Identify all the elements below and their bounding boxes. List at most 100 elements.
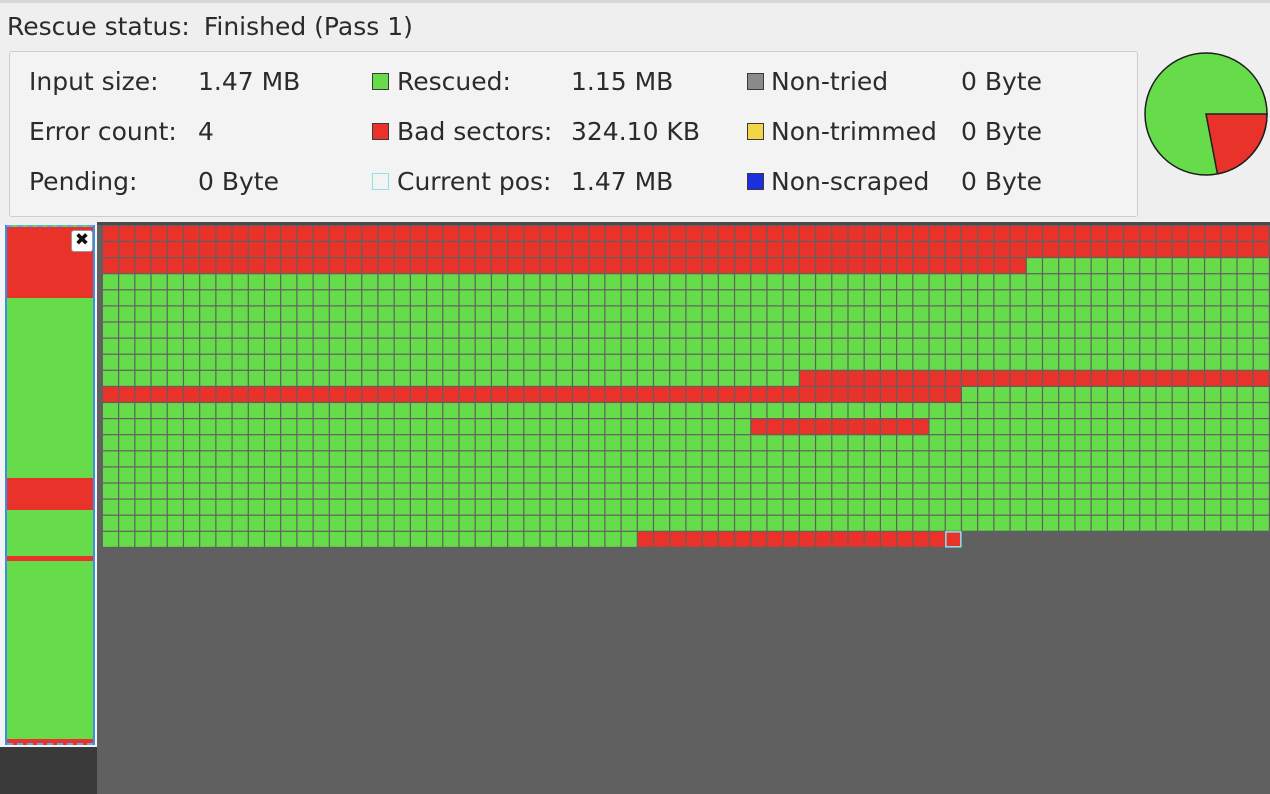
rescued-block bbox=[735, 370, 751, 386]
rescued-block bbox=[1221, 322, 1237, 338]
rescued-block bbox=[394, 451, 410, 467]
rescued-block bbox=[637, 306, 653, 322]
rescued-block bbox=[313, 306, 329, 322]
rescued-block bbox=[767, 322, 783, 338]
rescued-block bbox=[216, 531, 232, 547]
rescued-block bbox=[1043, 290, 1059, 306]
rescued-block bbox=[1172, 483, 1188, 499]
rescued-block bbox=[1107, 515, 1123, 531]
rescued-block bbox=[475, 403, 491, 418]
rescued-block bbox=[281, 451, 297, 467]
rescued-block bbox=[945, 483, 961, 499]
rescued-block bbox=[1172, 387, 1188, 402]
rescued-block bbox=[1156, 258, 1172, 274]
rescued-block bbox=[994, 338, 1010, 354]
bad-sector-block bbox=[929, 258, 945, 274]
rescued-block bbox=[978, 354, 994, 370]
rescued-block bbox=[881, 499, 897, 515]
rescued-block bbox=[1221, 274, 1237, 290]
bad-sector-block bbox=[313, 242, 329, 257]
rescued-block bbox=[1253, 403, 1269, 418]
rescued-block bbox=[427, 403, 443, 418]
rescued-block bbox=[313, 435, 329, 451]
rescued-block bbox=[151, 370, 167, 386]
rescued-block bbox=[589, 483, 605, 499]
rescued-block bbox=[1253, 354, 1269, 370]
rescued-block bbox=[605, 499, 621, 515]
bad-sector-block bbox=[103, 226, 119, 241]
rescued-block bbox=[524, 531, 540, 547]
rescued-block bbox=[492, 515, 508, 531]
rescued-block bbox=[1059, 354, 1075, 370]
rescued-block bbox=[605, 515, 621, 531]
overview-strip[interactable]: ✖ bbox=[5, 225, 95, 745]
rescued-block bbox=[1221, 515, 1237, 531]
rescued-block bbox=[832, 515, 848, 531]
rescued-block bbox=[783, 354, 799, 370]
rescued-block bbox=[637, 322, 653, 338]
bad-sector-block bbox=[1107, 242, 1123, 257]
bad-sector-block bbox=[751, 242, 767, 257]
rescued-block bbox=[1237, 515, 1253, 531]
rescued-block bbox=[1188, 435, 1204, 451]
rescued-block bbox=[686, 419, 702, 435]
rescued-block bbox=[718, 403, 734, 418]
bad-sector-block bbox=[1026, 242, 1042, 257]
rescued-block bbox=[1107, 403, 1123, 418]
bad-sector-block bbox=[621, 226, 637, 241]
rescued-block bbox=[151, 499, 167, 515]
rescued-block bbox=[475, 274, 491, 290]
rescued-block bbox=[427, 435, 443, 451]
rescued-block bbox=[1140, 515, 1156, 531]
rescued-block bbox=[1156, 403, 1172, 418]
rescued-block bbox=[200, 515, 216, 531]
rescued-block bbox=[184, 419, 200, 435]
rescued-block bbox=[151, 306, 167, 322]
rescued-block bbox=[346, 451, 362, 467]
rescued-block bbox=[443, 306, 459, 322]
rescued-block bbox=[427, 483, 443, 499]
bad-sector-block bbox=[427, 387, 443, 402]
rescued-block bbox=[1237, 483, 1253, 499]
rescued-block bbox=[508, 467, 524, 483]
rescued-block bbox=[346, 322, 362, 338]
rescued-block bbox=[492, 531, 508, 547]
rescued-block bbox=[702, 274, 718, 290]
rescued-block bbox=[686, 354, 702, 370]
bad-sector-block bbox=[297, 258, 313, 274]
current-position-block bbox=[945, 531, 962, 548]
rescued-block bbox=[524, 306, 540, 322]
bad-sector-block bbox=[410, 387, 426, 402]
rescued-block bbox=[1253, 338, 1269, 354]
rescued-block bbox=[783, 290, 799, 306]
rescued-block bbox=[103, 515, 119, 531]
rescued-block bbox=[962, 467, 978, 483]
rescued-block bbox=[945, 403, 961, 418]
rescued-block bbox=[799, 403, 815, 418]
rescued-block bbox=[167, 499, 183, 515]
rescued-block bbox=[686, 483, 702, 499]
rescued-block bbox=[751, 354, 767, 370]
rescued-block bbox=[1253, 451, 1269, 467]
rescued-block bbox=[459, 483, 475, 499]
rescued-block bbox=[1107, 435, 1123, 451]
rescued-block bbox=[573, 467, 589, 483]
rescued-block bbox=[978, 451, 994, 467]
rescued-block bbox=[167, 403, 183, 418]
close-icon[interactable]: ✖ bbox=[71, 230, 93, 252]
rescued-block bbox=[1124, 435, 1140, 451]
rescued-block bbox=[573, 403, 589, 418]
bad-sector-block bbox=[362, 258, 378, 274]
rescued-block bbox=[135, 467, 151, 483]
bad-sector-block bbox=[1010, 370, 1026, 386]
bad-sector-block bbox=[832, 387, 848, 402]
rescued-block bbox=[702, 354, 718, 370]
rescued-block bbox=[686, 322, 702, 338]
rescued-block bbox=[1107, 338, 1123, 354]
bad-sector-block bbox=[1075, 242, 1091, 257]
rescued-block bbox=[605, 338, 621, 354]
rescued-block bbox=[1221, 387, 1237, 402]
rescued-block bbox=[702, 370, 718, 386]
bad-sector-block bbox=[200, 226, 216, 241]
rescued-block bbox=[216, 499, 232, 515]
